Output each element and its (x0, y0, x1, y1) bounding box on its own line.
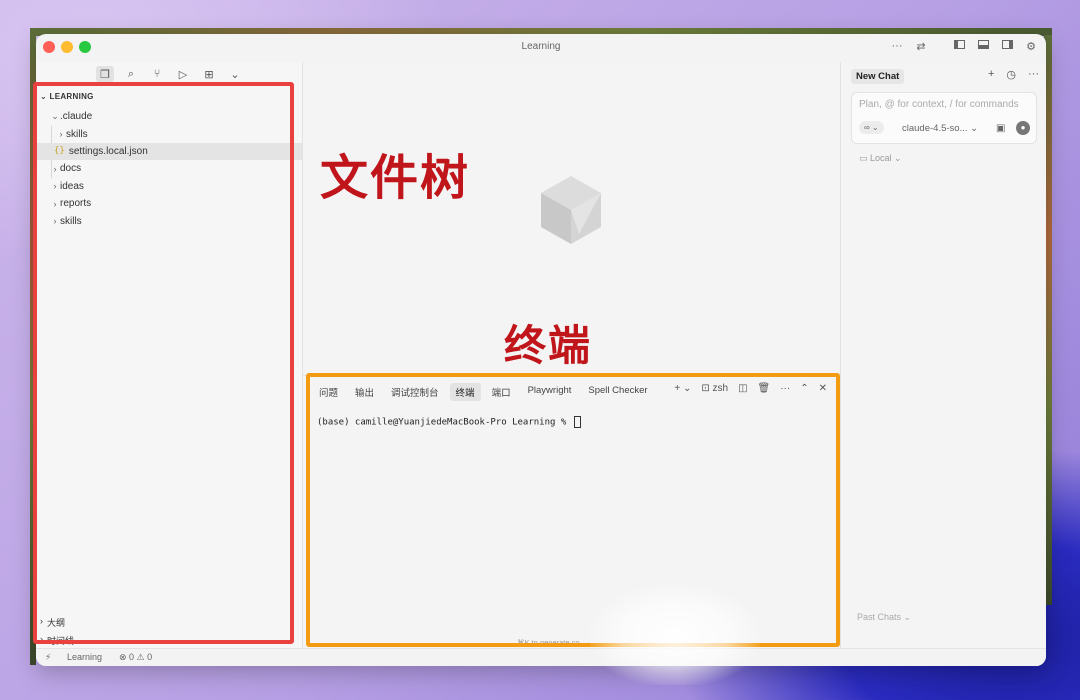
chat-panel: New Chat + ◷ ··· Plan, @ for context, / … (840, 62, 1046, 648)
files-icon[interactable]: ❐ (96, 66, 114, 82)
chat-input-placeholder: Plan, @ for context, / for commands (859, 99, 1019, 110)
monitor-icon: ▭ (859, 153, 871, 163)
workspace-name[interactable]: Learning (67, 652, 102, 662)
file-tree-highlight-box (33, 82, 294, 644)
location-selector[interactable]: ▭ Local ⌄ (859, 153, 902, 164)
toggle-sidebar-icon[interactable] (952, 40, 966, 53)
cube-logo-icon (541, 176, 601, 244)
remote-icon[interactable]: ⚡ (45, 652, 51, 663)
agent-mode-selector[interactable]: ∞ ⌄ (859, 121, 884, 134)
status-bar: ⚡ Learning ⊗ 0 ⚠ 0 (36, 648, 1046, 666)
microphone-icon[interactable]: ● (1016, 121, 1030, 135)
swap-icon[interactable]: ⇄ (914, 40, 928, 53)
chat-input-box[interactable]: Plan, @ for context, / for commands ∞ ⌄ … (851, 92, 1037, 144)
terminal-annotation: 终端 (504, 321, 593, 370)
title-bar: Learning ··· ⇄ ⚙ (36, 34, 1046, 62)
problems-count[interactable]: ⊗ 0 ⚠ 0 (119, 652, 152, 663)
past-chats-toggle[interactable]: Past Chats ⌄ (857, 612, 911, 623)
extensions-icon[interactable]: ⊞ (200, 66, 218, 82)
location-label: Local ⌄ (870, 153, 902, 163)
model-selector[interactable]: claude-4.5-so... ⌄ (902, 123, 978, 134)
activity-bar: ❐ ⌕ ⑂ ▷ ⊞ ⌄ (96, 66, 244, 82)
tab-new-chat[interactable]: New Chat (851, 69, 905, 84)
file-tree-annotation: 文件树 (320, 150, 471, 206)
light-glow (590, 585, 760, 685)
chevron-down-icon[interactable]: ⌄ (226, 66, 244, 82)
source-control-icon[interactable]: ⑂ (148, 66, 166, 82)
more-icon[interactable]: ··· (1028, 68, 1039, 81)
history-icon[interactable]: ◷ (1006, 68, 1016, 81)
toggle-secondary-sidebar-icon[interactable] (1000, 40, 1014, 53)
search-icon[interactable]: ⌕ (122, 66, 140, 82)
gear-icon[interactable]: ⚙ (1024, 40, 1038, 53)
toggle-panel-icon[interactable] (976, 40, 990, 53)
run-debug-icon[interactable]: ▷ (174, 66, 192, 82)
chat-actions: + ◷ ··· (988, 68, 1039, 81)
more-icon[interactable]: ··· (890, 40, 904, 53)
title-bar-actions: ··· ⇄ ⚙ (890, 40, 1038, 53)
plus-icon[interactable]: + (988, 68, 994, 81)
image-icon[interactable]: ▣ (996, 123, 1005, 134)
